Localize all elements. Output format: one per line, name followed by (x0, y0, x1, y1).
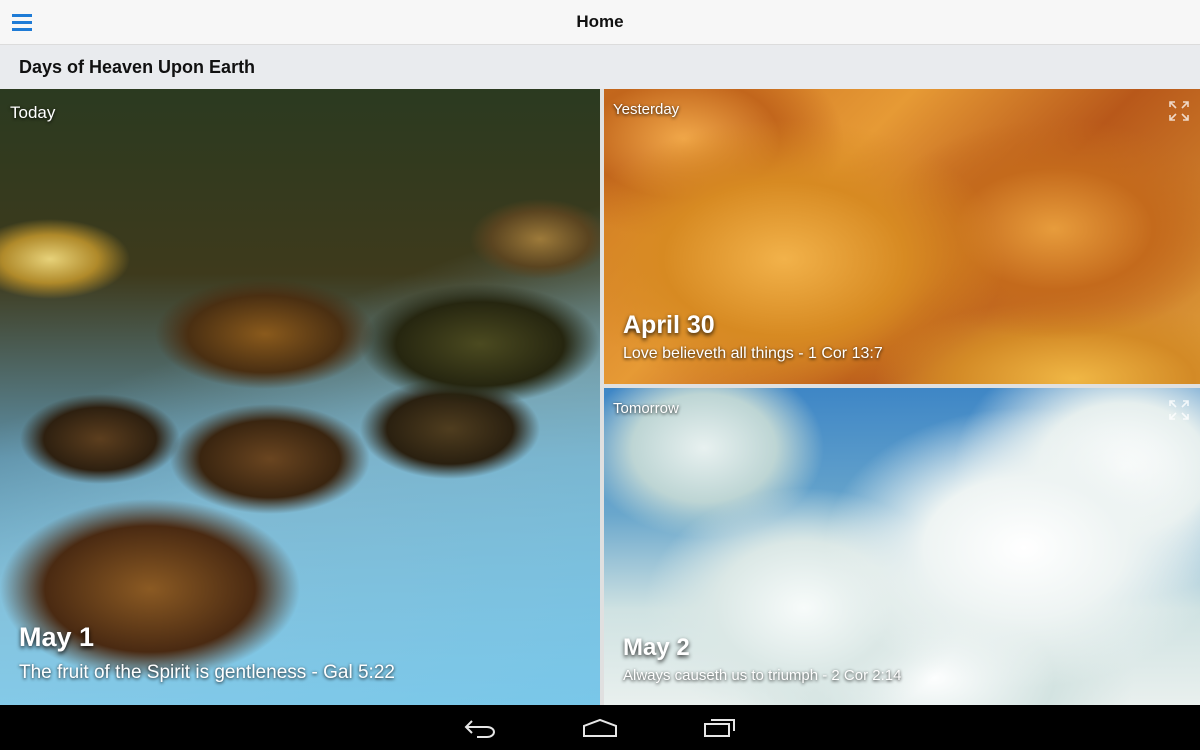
system-navigation-bar (0, 705, 1200, 750)
card-date: April 30 (623, 311, 715, 339)
section-header: Days of Heaven Upon Earth (0, 45, 1200, 89)
card-date: May 1 (19, 622, 95, 652)
card-day-label: Today (10, 103, 56, 122)
page-title: Home (576, 12, 624, 31)
card-today[interactable]: Today May 1 The fruit of the Spirit is g… (0, 89, 600, 705)
card-verse: The fruit of the Spirit is gentleness - … (19, 662, 395, 683)
clouds-sky-image (604, 388, 1200, 705)
card-tomorrow[interactable]: Tomorrow May 2 Always causeth us to triu… (604, 388, 1200, 705)
back-button[interactable] (456, 714, 504, 742)
day-cards-grid: Today May 1 The fruit of the Spirit is g… (0, 89, 1200, 705)
card-day-label: Yesterday (613, 101, 680, 118)
card-verse: Always causeth us to triumph - 2 Cor 2:1… (623, 667, 902, 684)
section-title: Days of Heaven Upon Earth (19, 56, 256, 77)
home-icon (583, 718, 617, 737)
stream-rocks-image (0, 89, 600, 705)
card-day-label: Tomorrow (613, 400, 679, 417)
hamburger-menu-icon (12, 14, 32, 31)
back-icon (464, 720, 495, 738)
recent-apps-icon (704, 719, 735, 737)
recent-apps-button[interactable] (696, 714, 744, 742)
expand-icon[interactable] (1168, 100, 1190, 122)
app-bar: Home (0, 0, 1200, 45)
card-yesterday[interactable]: Yesterday April 30 Love believeth all th… (604, 89, 1200, 384)
expand-icon[interactable] (1168, 399, 1190, 421)
menu-button[interactable] (0, 0, 44, 44)
card-verse: Love believeth all things - 1 Cor 13:7 (623, 345, 883, 362)
home-button[interactable] (576, 714, 624, 742)
card-date: May 2 (623, 634, 690, 661)
